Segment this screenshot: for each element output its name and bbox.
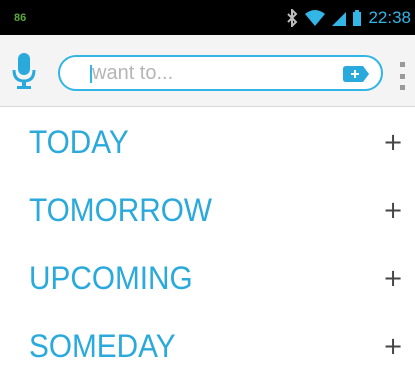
list-label: TODAY (29, 123, 129, 160)
status-bar: 86 22:38 (0, 0, 415, 35)
list-item-someday[interactable]: SOMEDAY + (0, 312, 415, 380)
search-bar[interactable] (58, 55, 383, 91)
add-task-button[interactable]: + (381, 196, 405, 224)
add-tag-icon[interactable] (343, 66, 369, 82)
add-task-button[interactable]: + (381, 264, 405, 292)
toolbar (0, 35, 415, 107)
bluetooth-icon (286, 8, 298, 27)
task-input[interactable] (92, 58, 332, 88)
list-item-upcoming[interactable]: UPCOMING + (0, 244, 415, 312)
clock: 22:38 (368, 7, 411, 27)
task-lists: TODAY + TOMORROW + UPCOMING + SOMEDAY + (0, 108, 415, 380)
list-item-today[interactable]: TODAY + (0, 108, 415, 176)
list-item-tomorrow[interactable]: TOMORROW + (0, 176, 415, 244)
add-task-button[interactable]: + (381, 128, 405, 156)
list-label: UPCOMING (29, 259, 193, 296)
list-label: TOMORROW (29, 191, 212, 228)
wifi-icon (304, 9, 326, 27)
notification-indicator: 86 (14, 11, 27, 24)
battery-icon (352, 9, 362, 27)
overflow-menu-icon[interactable] (398, 62, 406, 90)
signal-icon (332, 9, 347, 27)
microphone-icon[interactable] (11, 53, 37, 89)
list-label: SOMEDAY (29, 327, 176, 364)
text-cursor (90, 65, 92, 83)
add-task-button[interactable]: + (381, 332, 405, 360)
status-icons: 22:38 (286, 8, 411, 28)
